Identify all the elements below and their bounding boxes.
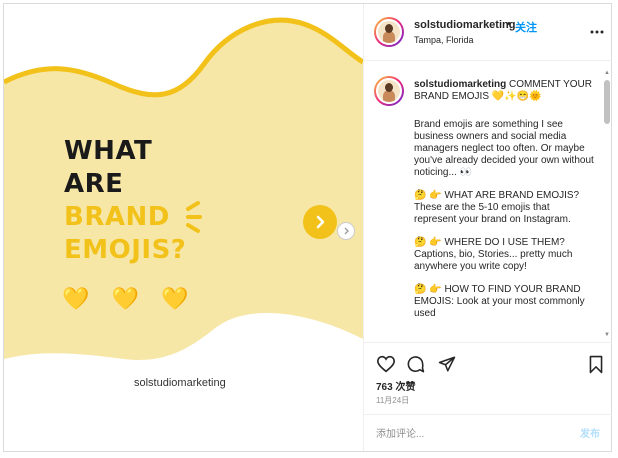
comment-icon[interactable]	[406, 355, 425, 374]
post-comment-button[interactable]: 发布	[580, 425, 600, 440]
separator-dot: •	[507, 18, 511, 30]
caption-paragraph-2: 🤔 👉 WHAT ARE BRAND EMOJIS? These are the…	[414, 190, 580, 225]
avatar[interactable]	[374, 17, 404, 47]
chevron-right-icon	[316, 215, 325, 229]
post-dialog: WHAT ARE BRAND EMOJIS? 💛 💛 💛 solstudioma…	[3, 3, 612, 452]
caption-paragraph-3: 🤔 👉 WHERE DO I USE THEM? Captions, bio, …	[414, 237, 573, 272]
more-icon[interactable]	[590, 22, 604, 37]
carousel-next-button[interactable]	[337, 222, 355, 240]
headline-line-4: EMOJIS?	[64, 235, 187, 265]
avatar[interactable]	[374, 76, 404, 106]
yellow-heart-icon: 💛	[62, 286, 96, 311]
add-comment-bar: 添加评论... 发布	[364, 414, 612, 451]
likes-count[interactable]: 763 次赞	[376, 378, 415, 393]
scrollbar-thumb[interactable]	[604, 80, 610, 124]
comments-area[interactable]: solstudiomarketing COMMENT YOUR BRAND EM…	[364, 62, 612, 342]
follow-button[interactable]: 关注	[515, 19, 537, 35]
action-bar	[364, 342, 612, 374]
post-header: solstudiomarketing • 关注 Tampa, Florida	[364, 4, 612, 61]
media-handle: solstudiomarketing	[134, 377, 226, 389]
headline-line-1: WHAT	[64, 136, 153, 166]
yellow-heart-icon: 💛	[111, 286, 145, 311]
chevron-right-icon	[344, 227, 349, 235]
yellow-heart-icon: 💛	[161, 286, 195, 311]
headline-line-2: ARE	[64, 169, 124, 199]
share-icon[interactable]	[438, 355, 456, 373]
bookmark-icon[interactable]	[588, 355, 604, 374]
headline: WHAT ARE BRAND EMOJIS?	[64, 135, 186, 267]
headline-line-3: BRAND	[64, 202, 170, 232]
caption-username[interactable]: solstudiomarketing	[414, 79, 506, 90]
caption: solstudiomarketing COMMENT YOUR BRAND EM…	[414, 79, 594, 331]
scroll-up-arrow[interactable]: ▲	[604, 70, 610, 76]
post-sidebar: solstudiomarketing • 关注 Tampa, Florida s…	[363, 4, 612, 451]
yellow-hearts: 💛 💛 💛	[62, 286, 198, 312]
header-username[interactable]: solstudiomarketing	[414, 19, 515, 31]
next-slide-button[interactable]	[303, 205, 337, 239]
heart-icon[interactable]	[376, 355, 396, 373]
caption-paragraph-1: Brand emojis are something I see busines…	[414, 119, 594, 178]
post-date[interactable]: 11月24日	[376, 395, 409, 406]
caption-paragraph-4: 🤔 👉 HOW TO FIND YOUR BRAND EMOJIS: Look …	[414, 284, 585, 319]
comment-input[interactable]: 添加评论...	[376, 425, 556, 440]
post-media[interactable]: WHAT ARE BRAND EMOJIS? 💛 💛 💛 solstudioma…	[4, 4, 363, 451]
scroll-down-arrow[interactable]: ▼	[604, 332, 610, 338]
location-link[interactable]: Tampa, Florida	[414, 35, 474, 45]
